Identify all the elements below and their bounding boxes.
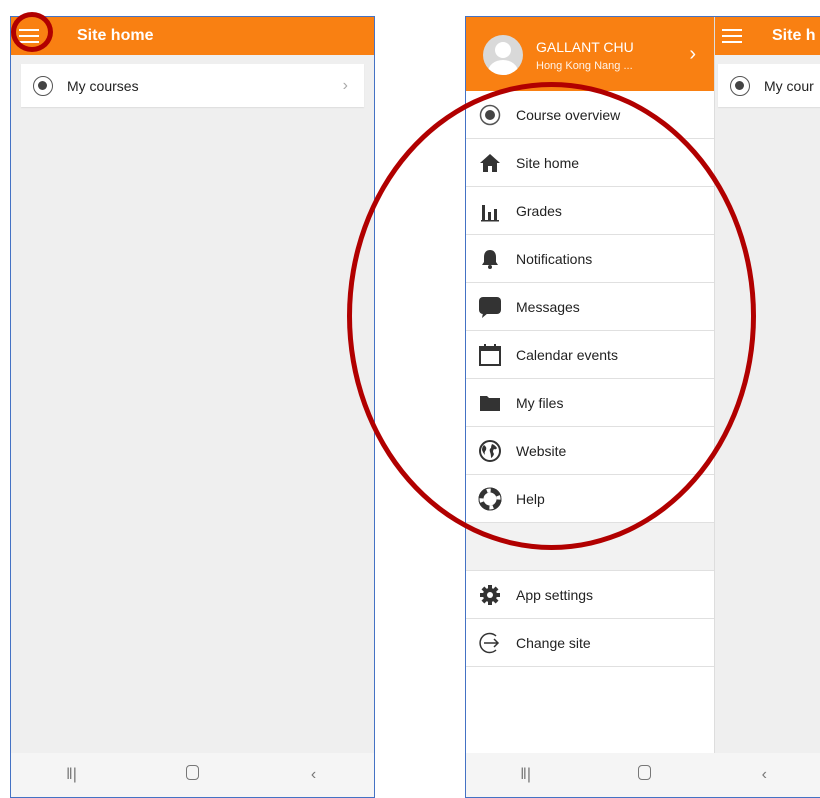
- menu-item-label: Help: [516, 490, 545, 507]
- menu-item-label: Site home: [516, 154, 580, 171]
- help-icon: [478, 487, 502, 511]
- chevron-right-icon: ›: [689, 43, 696, 65]
- system-nav-bar: ‖| ‹: [466, 753, 820, 797]
- left-screen: Site home My courses › ‖| ‹: [10, 16, 375, 798]
- message-icon: [478, 295, 502, 319]
- list-item-label: My courses: [67, 77, 139, 94]
- folder-icon: [478, 391, 502, 415]
- home-button[interactable]: [615, 765, 675, 785]
- avatar: [483, 35, 523, 75]
- menu-icon[interactable]: [722, 29, 742, 43]
- menu-item-help[interactable]: Help: [466, 475, 714, 523]
- menu-item-notifications[interactable]: Notifications: [466, 235, 714, 283]
- menu-item-calendar-events[interactable]: Calendar events: [466, 331, 714, 379]
- globe-icon: [478, 439, 502, 463]
- system-nav-bar: ‖| ‹: [11, 753, 374, 797]
- menu-item-site-home[interactable]: Site home: [466, 139, 714, 187]
- list-item-label: My cour: [764, 77, 814, 94]
- grades-icon: [478, 199, 502, 223]
- recent-apps-button[interactable]: ‖|: [496, 766, 556, 784]
- user-name: GALLANT CHU: [536, 39, 634, 55]
- menu-item-label: App settings: [516, 586, 594, 603]
- menu-item-label: My files: [516, 394, 564, 411]
- home-icon: [478, 151, 502, 175]
- course-overview-icon: [730, 75, 750, 96]
- menu-item-label: Course overview: [516, 106, 621, 123]
- course-overview-icon: [33, 75, 53, 96]
- menu-separator: [466, 523, 714, 571]
- menu-item-messages[interactable]: Messages: [466, 283, 714, 331]
- back-button[interactable]: ‹: [284, 766, 344, 784]
- page-title: Site h: [772, 27, 816, 44]
- course-overview-icon: [478, 103, 502, 127]
- list-item-my-courses[interactable]: My cour: [718, 64, 820, 107]
- menu-item-label: Calendar events: [516, 346, 618, 363]
- gear-icon: [478, 583, 502, 607]
- menu-item-label: Website: [516, 442, 567, 459]
- menu-item-label: Grades: [516, 202, 562, 219]
- list-item-my-courses[interactable]: My courses ›: [21, 64, 364, 107]
- menu-item-app-settings[interactable]: App settings: [466, 571, 714, 619]
- app-bar: Site home: [11, 17, 374, 55]
- home-button[interactable]: [163, 765, 223, 785]
- logout-icon: [478, 631, 502, 655]
- menu-item-label: Change site: [516, 634, 591, 651]
- right-screen: Site h My cour GALLANT CHU Hong Kong Nan…: [465, 16, 820, 798]
- chevron-right-icon: ›: [342, 77, 348, 94]
- menu-item-course-overview[interactable]: Course overview: [466, 91, 714, 139]
- menu-item-label: Notifications: [516, 250, 593, 267]
- back-button[interactable]: ‹: [734, 766, 794, 784]
- user-profile-header[interactable]: GALLANT CHU Hong Kong Nang ... ›: [466, 17, 714, 91]
- navigation-drawer: GALLANT CHU Hong Kong Nang ... › Course …: [466, 17, 715, 797]
- bell-icon: [478, 247, 502, 271]
- recent-apps-button[interactable]: ‖|: [42, 766, 102, 784]
- menu-item-my-files[interactable]: My files: [466, 379, 714, 427]
- menu-item-website[interactable]: Website: [466, 427, 714, 475]
- menu-item-label: Messages: [516, 298, 580, 315]
- menu-icon[interactable]: [19, 29, 39, 43]
- page-title: Site home: [77, 27, 154, 44]
- menu-item-grades[interactable]: Grades: [466, 187, 714, 235]
- user-site: Hong Kong Nang ...: [536, 60, 633, 72]
- menu-item-change-site[interactable]: Change site: [466, 619, 714, 667]
- calendar-icon: [478, 343, 502, 367]
